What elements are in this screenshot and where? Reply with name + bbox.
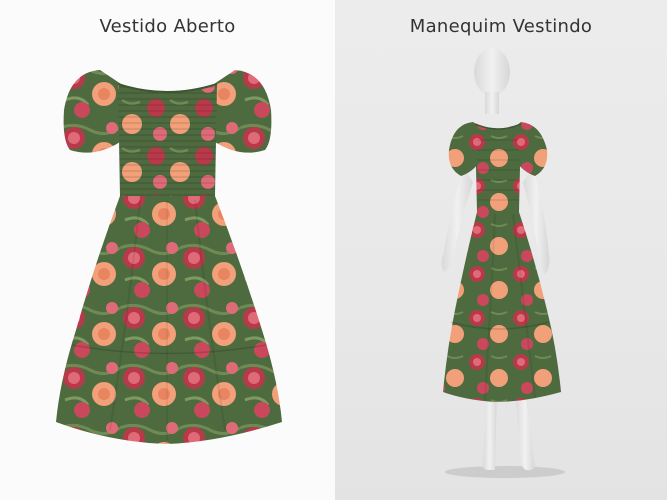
comparison-canvas: Vestido Aberto Manequim Vestindo [0, 0, 667, 500]
mannequin-image [441, 48, 565, 478]
flat-dress-panel: Vestido Aberto [0, 0, 335, 500]
flat-dress-image [56, 70, 282, 444]
mannequin-panel: Manequim Vestindo [335, 0, 667, 500]
